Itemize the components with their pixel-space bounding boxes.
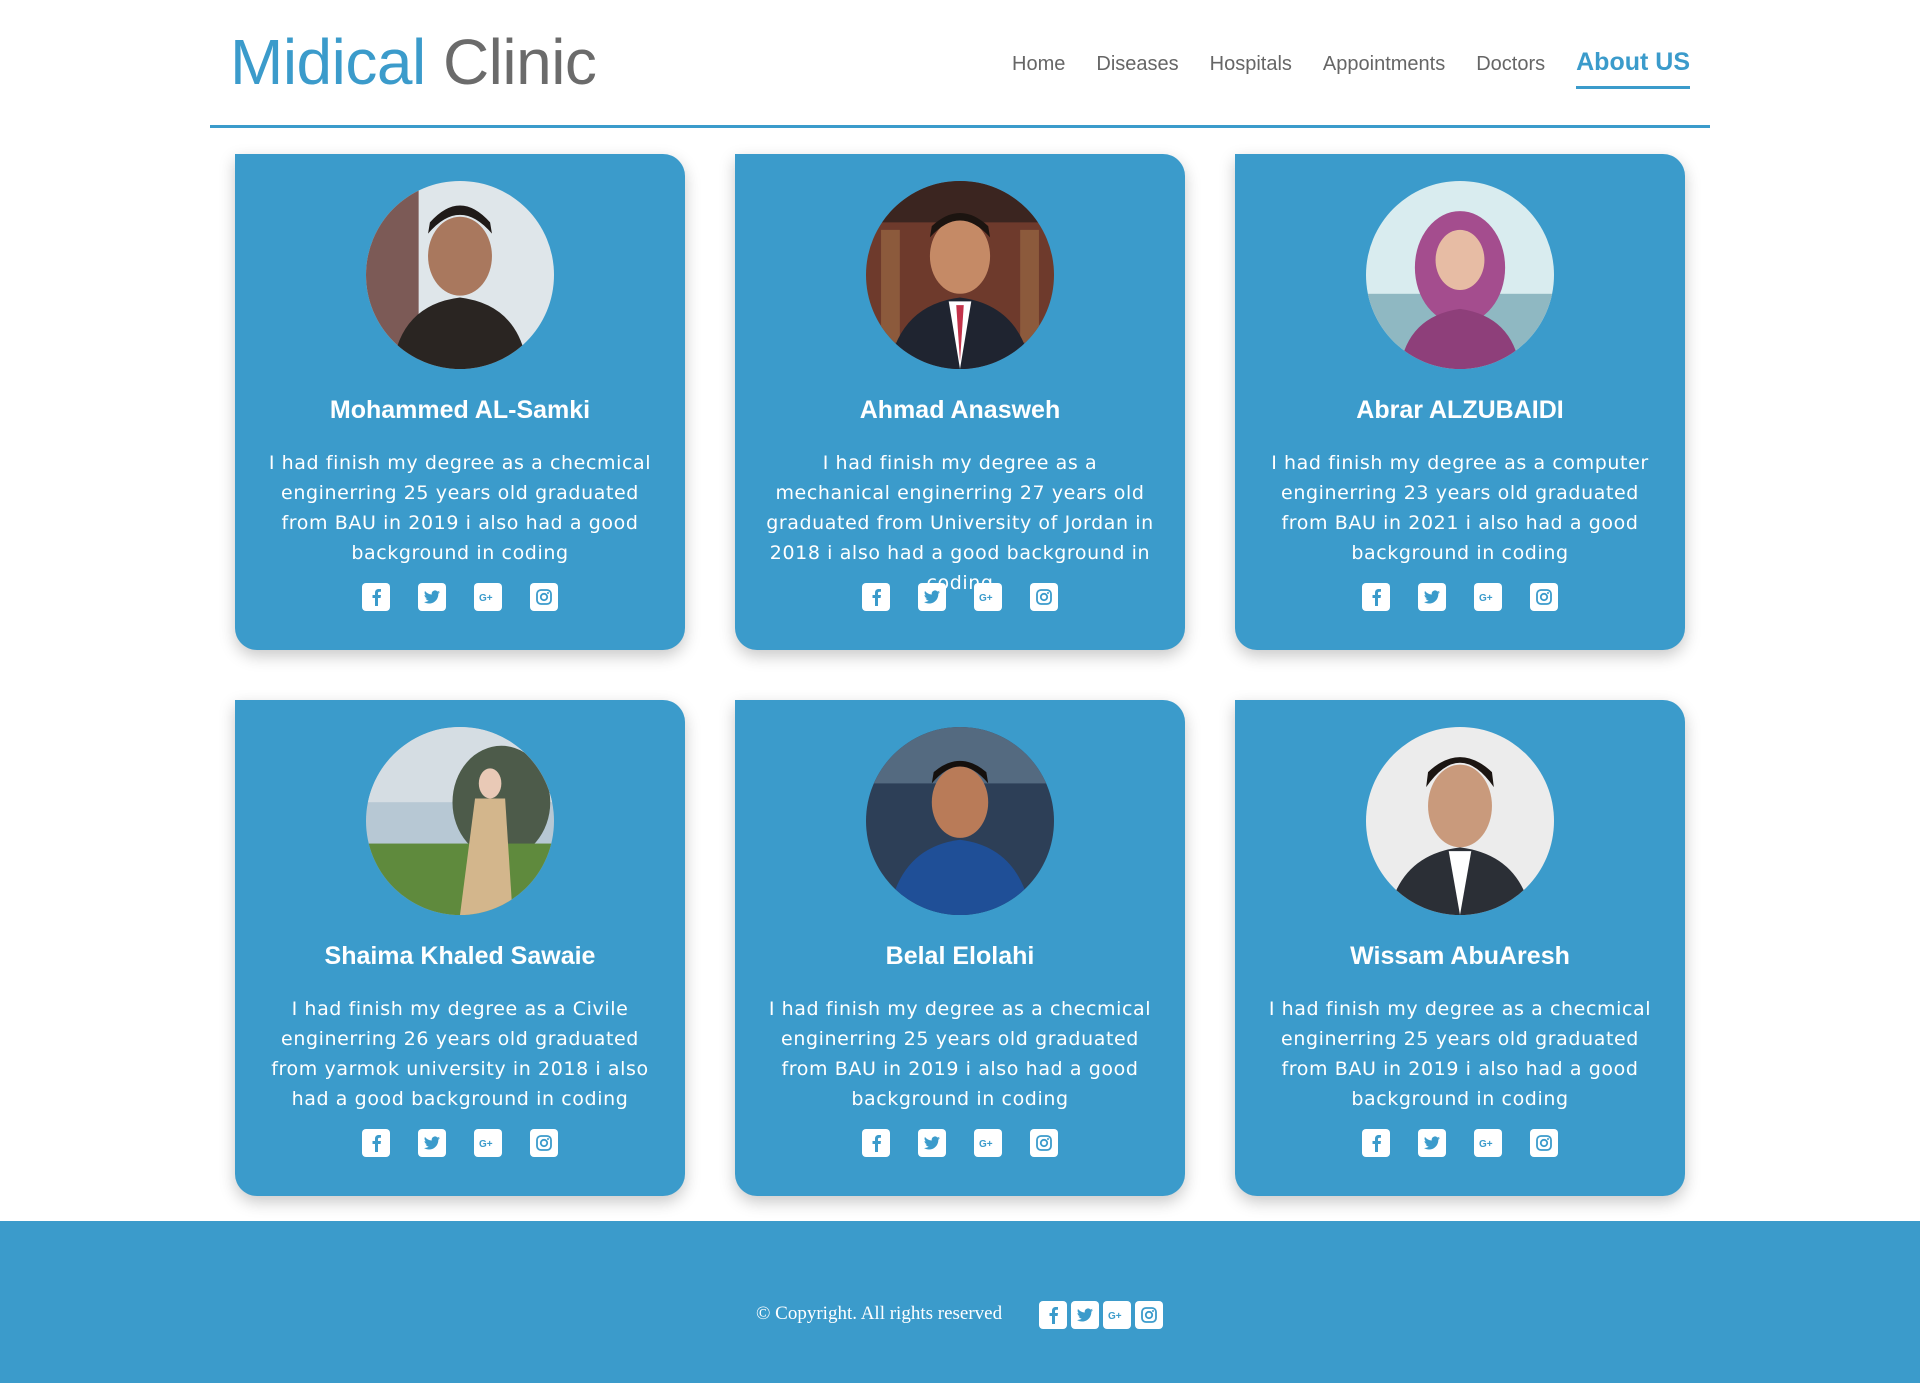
member-bio: I had finish my degree as a computer eng… bbox=[1271, 452, 1649, 564]
member-name: Belal Elolahi bbox=[885, 942, 1035, 970]
instagram-icon[interactable] bbox=[530, 583, 558, 611]
member-bio: I had finish my degree as a checmical en… bbox=[768, 998, 1152, 1110]
twitter-icon[interactable] bbox=[1418, 1129, 1446, 1157]
nav-home[interactable]: Home bbox=[1012, 46, 1065, 82]
google-plus-icon[interactable]: G+ bbox=[474, 583, 502, 611]
avatar bbox=[366, 727, 554, 915]
google-plus-icon[interactable]: G+ bbox=[1474, 583, 1502, 611]
facebook-icon[interactable] bbox=[1362, 583, 1390, 611]
avatar bbox=[866, 181, 1054, 369]
team-card: Abrar ALZUBAIDI I had finish my degree a… bbox=[1235, 154, 1685, 650]
avatar bbox=[366, 181, 554, 369]
twitter-icon[interactable] bbox=[1071, 1301, 1099, 1329]
member-bio: I had finish my degree as a Civile engin… bbox=[271, 998, 649, 1110]
logo-part-1: Midical bbox=[230, 26, 426, 98]
google-plus-icon[interactable]: G+ bbox=[1474, 1129, 1502, 1157]
team-card: Wissam AbuAresh I had finish my degree a… bbox=[1235, 700, 1685, 1196]
copyright-text: © Copyright. All rights reserved bbox=[756, 1303, 1003, 1324]
social-links: G+ bbox=[235, 583, 685, 611]
nav-diseases[interactable]: Diseases bbox=[1096, 46, 1178, 82]
instagram-icon[interactable] bbox=[530, 1129, 558, 1157]
team-card: Mohammed AL-Samki I had finish my degree… bbox=[235, 154, 685, 650]
member-name: Ahmad Anasweh bbox=[859, 396, 1061, 424]
instagram-icon[interactable] bbox=[1530, 583, 1558, 611]
twitter-icon[interactable] bbox=[418, 583, 446, 611]
google-plus-icon[interactable]: G+ bbox=[974, 583, 1002, 611]
instagram-icon[interactable] bbox=[1530, 1129, 1558, 1157]
member-name: Mohammed AL-Samki bbox=[329, 396, 591, 424]
site-header: Midical Clinic Home Diseases Hospitals A… bbox=[210, 0, 1710, 128]
twitter-icon[interactable] bbox=[418, 1129, 446, 1157]
facebook-icon[interactable] bbox=[862, 1129, 890, 1157]
nav-hospitals[interactable]: Hospitals bbox=[1210, 46, 1292, 82]
member-bio: I had finish my degree as a mechanical e… bbox=[766, 452, 1154, 594]
team-card: Ahmad Anasweh I had finish my degree as … bbox=[735, 154, 1185, 650]
member-name: Abrar ALZUBAIDI bbox=[1356, 396, 1564, 424]
twitter-icon[interactable] bbox=[1418, 583, 1446, 611]
google-plus-icon[interactable]: G+ bbox=[1103, 1301, 1131, 1329]
instagram-icon[interactable] bbox=[1135, 1301, 1163, 1329]
site-footer: © Copyright. All rights reserved G+ bbox=[0, 1221, 1920, 1383]
avatar bbox=[1366, 727, 1554, 915]
logo-part-2: Clinic bbox=[442, 26, 597, 98]
svg-text:G+: G+ bbox=[1479, 1139, 1493, 1150]
social-links: G+ bbox=[1235, 583, 1685, 611]
svg-text:G+: G+ bbox=[979, 1139, 993, 1150]
nav-doctors[interactable]: Doctors bbox=[1476, 46, 1545, 82]
svg-text:G+: G+ bbox=[1108, 1311, 1122, 1322]
main-nav: Home Diseases Hospitals Appointments Doc… bbox=[981, 46, 1690, 89]
instagram-icon[interactable] bbox=[1030, 1129, 1058, 1157]
nav-about-us[interactable]: About US bbox=[1576, 44, 1690, 89]
avatar bbox=[866, 727, 1054, 915]
team-card: Belal Elolahi I had finish my degree as … bbox=[735, 700, 1185, 1196]
member-bio: I had finish my degree as a checmical en… bbox=[268, 452, 652, 564]
social-links: G+ bbox=[735, 1129, 1185, 1157]
twitter-icon[interactable] bbox=[918, 583, 946, 611]
svg-text:G+: G+ bbox=[979, 593, 993, 604]
member-bio: I had finish my degree as a checmical en… bbox=[1268, 998, 1652, 1110]
facebook-icon[interactable] bbox=[362, 1129, 390, 1157]
facebook-icon[interactable] bbox=[862, 583, 890, 611]
facebook-icon[interactable] bbox=[362, 583, 390, 611]
facebook-icon[interactable] bbox=[1362, 1129, 1390, 1157]
social-links: G+ bbox=[1235, 1129, 1685, 1157]
social-links: G+ bbox=[735, 583, 1185, 611]
social-links: G+ bbox=[235, 1129, 685, 1157]
svg-text:G+: G+ bbox=[1479, 593, 1493, 604]
avatar bbox=[1366, 181, 1554, 369]
svg-text:G+: G+ bbox=[479, 593, 493, 604]
google-plus-icon[interactable]: G+ bbox=[474, 1129, 502, 1157]
facebook-icon[interactable] bbox=[1039, 1301, 1067, 1329]
twitter-icon[interactable] bbox=[918, 1129, 946, 1157]
site-logo[interactable]: Midical Clinic bbox=[230, 26, 597, 98]
svg-text:G+: G+ bbox=[479, 1139, 493, 1150]
member-name: Shaima Khaled Sawaie bbox=[324, 942, 596, 970]
nav-appointments[interactable]: Appointments bbox=[1323, 46, 1445, 82]
member-name: Wissam AbuAresh bbox=[1350, 942, 1570, 970]
instagram-icon[interactable] bbox=[1030, 583, 1058, 611]
google-plus-icon[interactable]: G+ bbox=[974, 1129, 1002, 1157]
team-card: Shaima Khaled Sawaie I had finish my deg… bbox=[235, 700, 685, 1196]
footer-social-links: G+ bbox=[1039, 1301, 1167, 1329]
